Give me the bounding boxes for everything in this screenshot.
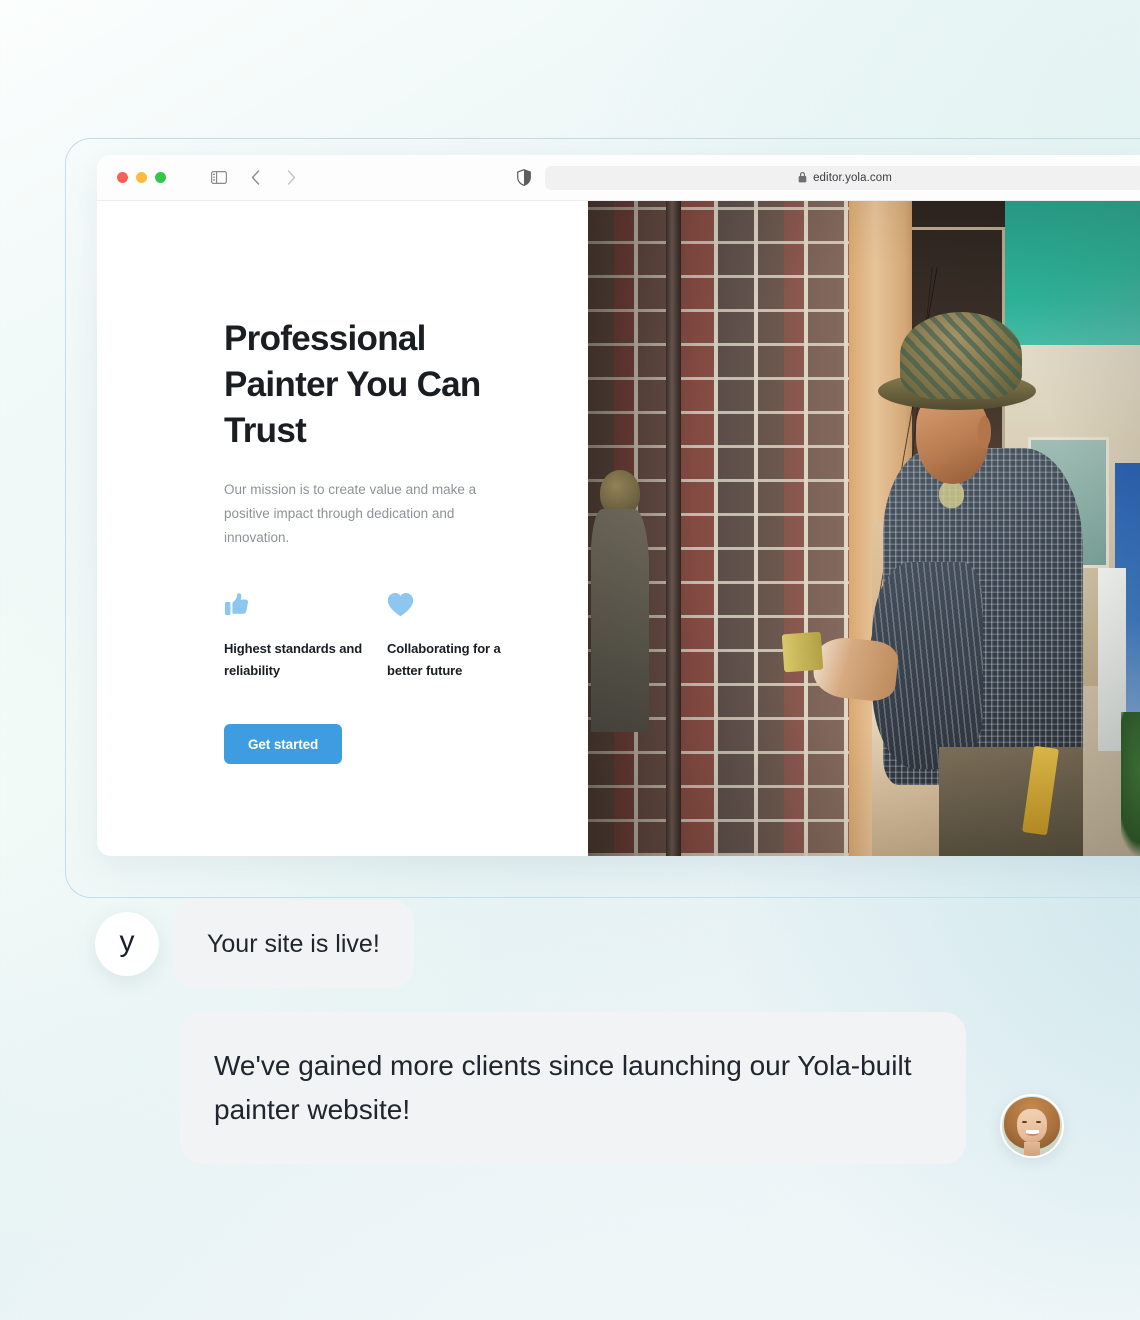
browser-window: editor.yola.com Professional Painter You… xyxy=(97,155,1140,856)
close-window-button[interactable] xyxy=(117,172,128,183)
chat-message-row: y Your site is live! xyxy=(0,900,1140,988)
website-page: Professional Painter You Can Trust Our m… xyxy=(97,201,1140,856)
browser-toolbar: editor.yola.com xyxy=(97,155,1140,201)
photo-vignette xyxy=(588,201,1140,856)
address-bar-content: editor.yola.com xyxy=(798,172,892,184)
chat-message-row: We've gained more clients since launchin… xyxy=(0,1012,1140,1164)
browser-address-area: editor.yola.com xyxy=(517,165,1140,190)
privacy-shield-icon[interactable] xyxy=(517,169,531,186)
window-traffic-lights[interactable] xyxy=(117,172,166,183)
minimize-window-button[interactable] xyxy=(136,172,147,183)
url-text: editor.yola.com xyxy=(813,171,892,184)
feature-label: Highest standards and reliability xyxy=(224,641,363,678)
avatar-neck xyxy=(1023,1141,1041,1156)
avatar-face xyxy=(1017,1109,1047,1143)
painter-at-work-photo xyxy=(588,201,1140,856)
get-started-button[interactable]: Get started xyxy=(224,724,343,764)
lock-icon xyxy=(798,172,807,183)
heart-icon xyxy=(387,592,550,626)
chevron-right-icon[interactable] xyxy=(280,167,302,189)
testimonial-chat: y Your site is live! We've gained more c… xyxy=(0,900,1140,1164)
feature-item-standards: Highest standards and reliability xyxy=(224,592,387,682)
hero-subtitle: Our mission is to create value and make … xyxy=(224,482,477,545)
sidebar-toggle-icon[interactable] xyxy=(208,167,230,189)
browser-nav-controls xyxy=(208,167,302,189)
customer-avatar xyxy=(1000,1094,1064,1158)
avatar-eye-left xyxy=(1021,1120,1027,1124)
chevron-left-icon[interactable] xyxy=(244,167,266,189)
chat-bubble-site-live: Your site is live! xyxy=(173,900,414,988)
zoom-window-button[interactable] xyxy=(155,172,166,183)
page-title: Professional Painter You Can Trust xyxy=(224,319,481,450)
feature-label: Collaborating for a better future xyxy=(387,641,501,678)
thumbs-up-icon xyxy=(224,592,387,626)
feature-item-collaboration: Collaborating for a better future xyxy=(387,592,550,682)
chat-bubble-testimonial: We've gained more clients since launchin… xyxy=(180,1012,966,1164)
address-bar[interactable]: editor.yola.com xyxy=(545,165,1140,190)
yola-logo-avatar: y xyxy=(95,912,159,976)
feature-list: Highest standards and reliability Collab… xyxy=(224,592,588,682)
hero-text-column: Professional Painter You Can Trust Our m… xyxy=(97,201,588,856)
